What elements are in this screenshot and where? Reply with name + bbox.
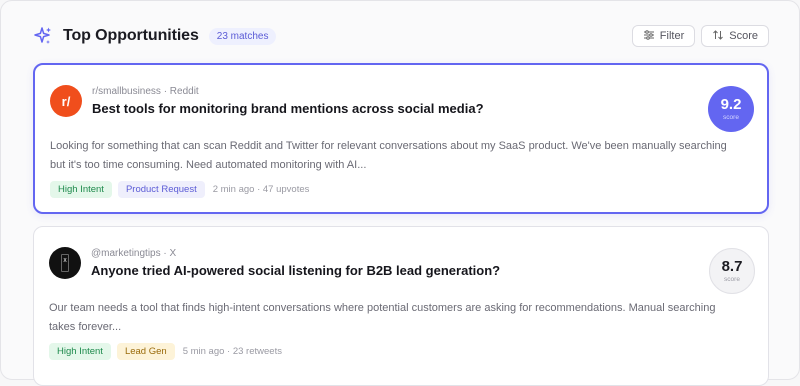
card-stats: 2 min ago · 47 upvotes xyxy=(212,184,310,195)
score-label: score xyxy=(724,276,740,283)
matches-count-badge: 23 matches xyxy=(208,27,277,45)
card-stats: 5 min ago · 23 retweets xyxy=(182,346,282,357)
card-tags: High Intent Lead Gen 5 min ago · 23 retw… xyxy=(49,343,282,360)
opportunity-card[interactable]: r/ r/smallbusiness · Reddit Best tools f… xyxy=(33,63,769,214)
tag-high-intent: High Intent xyxy=(50,181,112,198)
sort-arrows-icon xyxy=(712,29,724,44)
opportunities-panel: Top Opportunities 23 matches Filter Scor… xyxy=(0,0,800,386)
panel-header: Top Opportunities 23 matches Filter Scor… xyxy=(33,23,769,49)
page-title: Top Opportunities xyxy=(63,27,199,44)
filter-button[interactable]: Filter xyxy=(631,25,696,47)
card-description: Our team needs a tool that finds high-in… xyxy=(49,302,716,333)
score-value: 9.2 xyxy=(720,96,742,113)
sort-button-label: Score xyxy=(729,30,758,42)
x-avatar-icon: X xyxy=(49,247,81,279)
tag-high-intent: High Intent xyxy=(49,343,111,360)
filter-icon xyxy=(643,29,655,44)
sort-button[interactable]: Score xyxy=(701,25,769,47)
score-badge: 9.2 score xyxy=(708,86,754,132)
score-value: 8.7 xyxy=(721,258,743,275)
card-source: r/smallbusiness · Reddit xyxy=(92,86,199,97)
card-source: @marketingtips · X xyxy=(91,248,177,259)
tag-product-request: Product Request xyxy=(117,181,205,198)
header-actions: Filter Score xyxy=(631,25,769,47)
score-label: score xyxy=(723,114,739,121)
card-title[interactable]: Best tools for monitoring brand mentions… xyxy=(92,101,484,116)
reddit-avatar-icon: r/ xyxy=(50,85,82,117)
card-title[interactable]: Anyone tried AI-powered social listening… xyxy=(91,263,500,278)
card-tags: High Intent Product Request 2 min ago · … xyxy=(50,181,309,198)
filter-button-label: Filter xyxy=(659,30,685,42)
opportunity-card[interactable]: X @marketingtips · X Anyone tried AI-pow… xyxy=(33,226,769,386)
sparkles-icon xyxy=(33,26,53,46)
tag-lead-gen: Lead Gen xyxy=(116,343,175,360)
score-badge: 8.7 score xyxy=(709,248,755,294)
card-description: Looking for something that can scan Redd… xyxy=(50,140,727,171)
